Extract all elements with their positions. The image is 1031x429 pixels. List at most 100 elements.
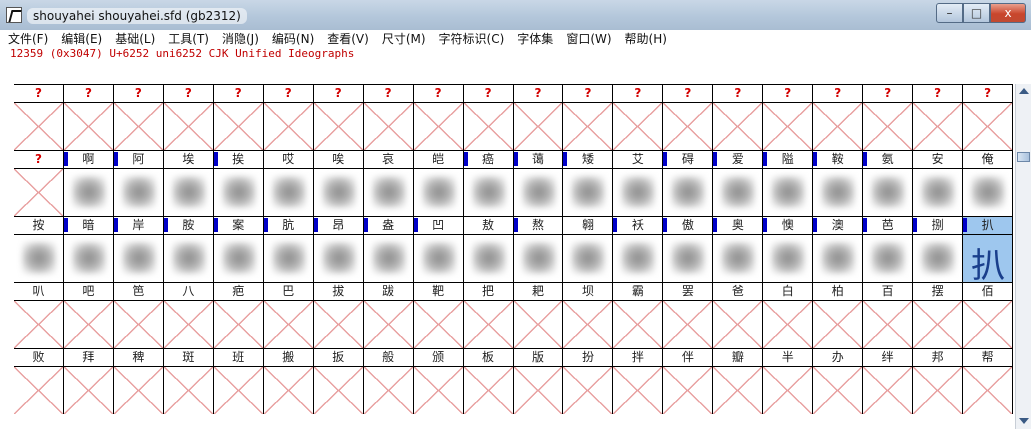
menu-item[interactable]: 基础(L) bbox=[115, 30, 155, 48]
glyph-cell-blurred[interactable] bbox=[264, 235, 314, 282]
glyph-label[interactable]: 哎 bbox=[264, 151, 314, 168]
glyph-label[interactable]: 扒 bbox=[963, 217, 1013, 234]
empty-glyph-cell[interactable] bbox=[113, 103, 164, 150]
glyph-label[interactable]: 扳 bbox=[314, 349, 364, 366]
empty-glyph-cell[interactable] bbox=[463, 103, 514, 150]
glyph-label[interactable]: 绊 bbox=[863, 349, 914, 366]
empty-glyph-cell[interactable] bbox=[163, 301, 214, 348]
empty-glyph-cell[interactable] bbox=[963, 301, 1013, 348]
empty-glyph-cell[interactable] bbox=[313, 103, 364, 150]
glyph-cell-blurred[interactable] bbox=[214, 169, 264, 216]
empty-glyph-cell[interactable] bbox=[963, 367, 1013, 414]
glyph-label[interactable]: 板 bbox=[464, 349, 514, 366]
glyph-cell-blurred[interactable] bbox=[713, 169, 764, 216]
glyph-cell-blurred[interactable] bbox=[514, 235, 564, 282]
glyph-label[interactable]: ? bbox=[64, 85, 114, 102]
glyph-label[interactable]: 矮 bbox=[563, 151, 614, 168]
glyph-cell-blurred[interactable] bbox=[713, 235, 764, 282]
glyph-label[interactable]: 挨 bbox=[213, 151, 264, 168]
glyph-cell-blurred[interactable] bbox=[364, 235, 414, 282]
empty-glyph-cell[interactable] bbox=[913, 103, 964, 150]
glyph-label[interactable]: 澳 bbox=[813, 217, 864, 234]
empty-glyph-cell[interactable] bbox=[163, 103, 214, 150]
glyph-label[interactable]: ? bbox=[813, 85, 864, 102]
empty-glyph-cell[interactable] bbox=[663, 301, 714, 348]
glyph-label[interactable]: 办 bbox=[813, 349, 864, 366]
glyph-label[interactable]: ? bbox=[963, 85, 1013, 102]
menu-item[interactable]: 文件(F) bbox=[8, 30, 48, 48]
empty-glyph-cell[interactable] bbox=[713, 367, 764, 414]
glyph-label[interactable]: 唉 bbox=[314, 151, 364, 168]
menu-item[interactable]: 字体集 bbox=[517, 30, 553, 48]
glyph-label[interactable]: 白 bbox=[763, 283, 814, 300]
glyph-label[interactable]: 伴 bbox=[663, 349, 714, 366]
empty-glyph-cell[interactable] bbox=[463, 367, 514, 414]
empty-glyph-cell[interactable] bbox=[14, 169, 64, 216]
glyph-label[interactable]: 耙 bbox=[514, 283, 564, 300]
empty-glyph-cell[interactable] bbox=[413, 103, 464, 150]
glyph-cell-blurred[interactable] bbox=[813, 169, 864, 216]
minimize-button[interactable]: – bbox=[936, 3, 963, 23]
glyph-label[interactable]: 摆 bbox=[913, 283, 964, 300]
empty-glyph-cell[interactable] bbox=[263, 301, 314, 348]
empty-glyph-cell[interactable] bbox=[613, 367, 664, 414]
empty-glyph-cell[interactable] bbox=[14, 103, 64, 150]
glyph-label[interactable]: 哀 bbox=[364, 151, 414, 168]
glyph-label[interactable]: 把 bbox=[464, 283, 514, 300]
menu-item[interactable]: 编码(N) bbox=[272, 30, 314, 48]
glyph-label[interactable]: 癌 bbox=[463, 151, 514, 168]
glyph-cell-blurred[interactable] bbox=[214, 235, 264, 282]
glyph-label[interactable]: 半 bbox=[763, 349, 814, 366]
scrollbar-thumb[interactable] bbox=[1017, 152, 1030, 162]
glyph-label[interactable]: ? bbox=[563, 85, 614, 102]
glyph-label[interactable]: 肮 bbox=[263, 217, 314, 234]
glyph-label[interactable]: ? bbox=[464, 85, 514, 102]
glyph-label[interactable]: 颁 bbox=[414, 349, 464, 366]
glyph-label[interactable]: 岸 bbox=[113, 217, 164, 234]
glyph-label[interactable]: 胺 bbox=[163, 217, 214, 234]
empty-glyph-cell[interactable] bbox=[113, 301, 164, 348]
glyph-label[interactable]: 疤 bbox=[214, 283, 264, 300]
glyph-label[interactable]: 氨 bbox=[863, 151, 914, 168]
glyph-cell-blurred[interactable] bbox=[464, 235, 514, 282]
glyph-label[interactable]: 叭 bbox=[14, 283, 64, 300]
glyph-label[interactable]: 班 bbox=[214, 349, 264, 366]
menu-item[interactable]: 字符标识(C) bbox=[439, 30, 505, 48]
glyph-label[interactable]: ? bbox=[913, 85, 964, 102]
glyph-label[interactable]: 靶 bbox=[414, 283, 464, 300]
glyph-label[interactable]: 百 bbox=[863, 283, 914, 300]
glyph-cell-blurred[interactable] bbox=[514, 169, 564, 216]
glyph-label[interactable]: 捌 bbox=[913, 217, 964, 234]
glyph-cell-blurred[interactable] bbox=[14, 235, 64, 282]
glyph-label[interactable]: 熬 bbox=[513, 217, 564, 234]
glyph-label[interactable]: 奥 bbox=[713, 217, 764, 234]
menu-item[interactable]: 工具(T) bbox=[168, 30, 209, 48]
empty-glyph-cell[interactable] bbox=[14, 367, 64, 414]
glyph-label[interactable]: 芭 bbox=[863, 217, 914, 234]
glyph-label[interactable]: 邦 bbox=[913, 349, 964, 366]
empty-glyph-cell[interactable] bbox=[113, 367, 164, 414]
menu-item[interactable]: 尺寸(M) bbox=[382, 30, 426, 48]
glyph-label[interactable]: ? bbox=[164, 85, 214, 102]
glyph-label[interactable]: 隘 bbox=[763, 151, 814, 168]
maximize-button[interactable]: □ bbox=[963, 3, 990, 23]
glyph-label[interactable]: 般 bbox=[364, 349, 414, 366]
glyph-label[interactable]: 版 bbox=[514, 349, 564, 366]
vertical-scrollbar[interactable] bbox=[1015, 84, 1031, 429]
empty-glyph-cell[interactable] bbox=[863, 367, 914, 414]
menu-item[interactable]: 帮助(H) bbox=[625, 30, 667, 48]
glyph-label[interactable]: 扮 bbox=[563, 349, 614, 366]
empty-glyph-cell[interactable] bbox=[763, 367, 814, 414]
glyph-label[interactable]: 埃 bbox=[164, 151, 214, 168]
scroll-up-arrow-icon[interactable] bbox=[1019, 88, 1029, 94]
glyph-label[interactable]: 盎 bbox=[363, 217, 414, 234]
glyph-cell-blurred[interactable] bbox=[913, 235, 964, 282]
empty-glyph-cell[interactable] bbox=[913, 301, 964, 348]
menu-item[interactable]: 查看(V) bbox=[327, 30, 369, 48]
glyph-cell-blurred[interactable] bbox=[164, 235, 214, 282]
empty-glyph-cell[interactable] bbox=[563, 301, 614, 348]
glyph-label[interactable]: 俺 bbox=[963, 151, 1013, 168]
empty-glyph-cell[interactable] bbox=[813, 103, 864, 150]
empty-glyph-cell[interactable] bbox=[713, 103, 764, 150]
menu-item[interactable]: 编辑(E) bbox=[61, 30, 102, 48]
